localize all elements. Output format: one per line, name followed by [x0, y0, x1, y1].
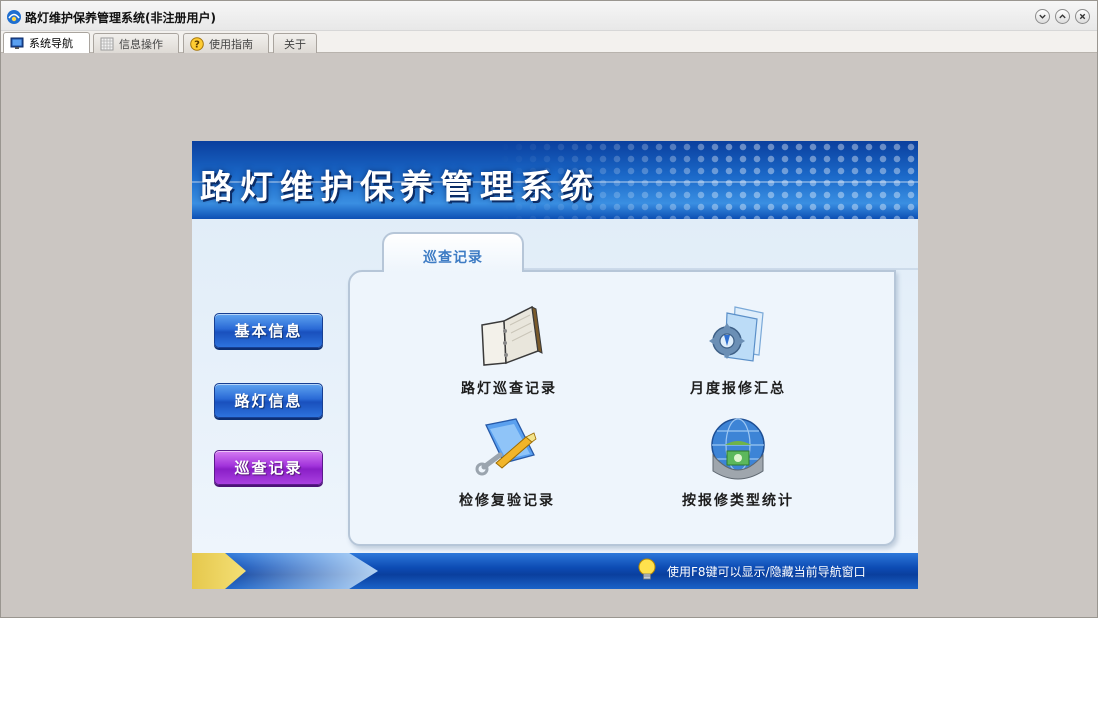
close-button[interactable]	[1075, 9, 1090, 24]
item-repair-type-statistics[interactable]: 按报修类型统计	[653, 415, 823, 510]
tab-bar: 系统导航 信息操作 ? 使用指南 关于	[1, 31, 1097, 53]
svg-text:?: ?	[194, 39, 200, 50]
item-label: 按报修类型统计	[682, 493, 794, 509]
nav-streetlight-info-button[interactable]: 路灯信息	[214, 383, 323, 418]
item-label: 月度报修汇总	[690, 381, 786, 397]
item-label: 路灯巡查记录	[461, 381, 557, 397]
maximize-button[interactable]	[1055, 9, 1070, 24]
chevron-down-icon	[1039, 14, 1046, 19]
lightbulb-icon	[638, 558, 656, 580]
banner: 路灯维护保养管理系统	[192, 141, 918, 219]
tab-user-guide[interactable]: ? 使用指南	[183, 33, 269, 53]
monitor-icon	[10, 37, 24, 49]
tools-document-icon	[475, 418, 537, 476]
title-bar: 路灯维护保养管理系统(非注册用户)	[1, 1, 1097, 31]
nav-button-label: 基本信息	[234, 322, 303, 340]
main-window: 路灯维护保养管理系统(非注册用户) 系统导航 信息操作 ? 使用指南 关于 路灯…	[0, 0, 1098, 618]
tab-label: 系统导航	[29, 37, 73, 50]
app-logo-icon	[7, 10, 21, 24]
minimize-button[interactable]	[1035, 9, 1050, 24]
nav-patrol-record-button[interactable]: 巡查记录	[214, 450, 323, 485]
folder-tab-label: 巡查记录	[423, 250, 483, 266]
tab-about[interactable]: 关于	[273, 33, 317, 53]
banner-title: 路灯维护保养管理系统	[200, 167, 600, 206]
item-label: 检修复验记录	[459, 493, 555, 509]
gear-document-icon	[709, 306, 764, 362]
globe-money-icon	[711, 418, 765, 480]
grid-icon	[100, 37, 114, 50]
binder-icon	[481, 305, 543, 366]
tab-label: 使用指南	[209, 37, 253, 51]
item-monthly-repair-summary[interactable]: 月度报修汇总	[653, 303, 823, 398]
nav-button-label: 路灯信息	[234, 392, 303, 410]
nav-button-label: 巡查记录	[234, 459, 303, 477]
window-title: 路灯维护保养管理系统(非注册用户)	[25, 11, 216, 25]
tab-label: 关于	[284, 37, 306, 51]
nav-basic-info-button[interactable]: 基本信息	[214, 313, 323, 348]
tab-system-navigation[interactable]: 系统导航	[3, 32, 90, 53]
close-icon	[1079, 13, 1086, 20]
footer-hint-text: 使用F8键可以显示/隐藏当前导航窗口	[667, 565, 866, 579]
chevron-up-icon	[1059, 14, 1066, 19]
item-inspection-recheck-record[interactable]: 检修复验记录	[422, 415, 592, 510]
folder-tab: 巡查记录	[382, 232, 524, 272]
help-icon: ?	[190, 36, 204, 51]
tab-info-operation[interactable]: 信息操作	[93, 33, 179, 53]
footer-bar: 使用F8键可以显示/隐藏当前导航窗口	[192, 553, 918, 589]
item-patrol-record[interactable]: 路灯巡查记录	[424, 303, 594, 398]
tab-label: 信息操作	[119, 37, 163, 51]
navigation-panel: 路灯维护保养管理系统 基本信息 路灯信息 巡查记录 巡查记录 路灯巡查记录 月度…	[192, 141, 918, 589]
